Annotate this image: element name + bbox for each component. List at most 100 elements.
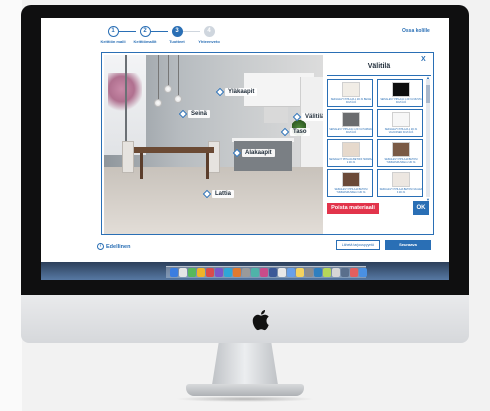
hotspot-worktop-edge[interactable]: Taso — [280, 127, 310, 137]
material-grid: Seinälevy Pihlaja 1 2D 31 Beige kiiltävä… — [327, 79, 425, 197]
panel-divider — [327, 75, 431, 76]
imac-stand-neck — [212, 343, 278, 385]
material-tile[interactable]: Seinälevy Pihlaja Betoni tummanruskea 2 … — [377, 139, 423, 167]
step-label: Keittiön malli — [100, 39, 126, 44]
hotspot-marker-icon — [280, 127, 290, 137]
hotspot-worktop[interactable]: Välitilä — [292, 112, 323, 122]
dock-app-icon[interactable] — [242, 268, 250, 277]
save-link[interactable]: Ossa kolille — [402, 28, 430, 34]
hotspot-marker-icon — [215, 87, 225, 97]
lamp-cord — [178, 55, 179, 95]
material-tile[interactable]: Seinälevy Pihlaja 1 2D 31 Beige kiiltävä — [327, 79, 373, 107]
material-swatch — [342, 172, 360, 187]
lamp-cord — [168, 55, 169, 85]
dock-app-icon[interactable] — [278, 268, 286, 277]
material-label: Seinälevy Pihlaja 1 2D 31 Harmaa kiiltäv… — [329, 128, 373, 134]
scrollbar-thumb[interactable] — [426, 85, 430, 103]
material-tile[interactable]: Seinälevy Pihlaja 1 2D 31 Valkoinen kiil… — [377, 109, 423, 137]
dock-app-icon[interactable] — [332, 268, 340, 277]
back-button[interactable]: ‹ Edellinen — [97, 243, 130, 250]
imac-stand-shadow — [175, 396, 315, 402]
dock-app-icon[interactable] — [224, 268, 232, 277]
dock-app-icon[interactable] — [179, 268, 187, 277]
next-button[interactable]: Seuraava — [385, 240, 431, 250]
scene-table — [134, 147, 214, 153]
imac-chin — [21, 295, 469, 343]
dock-app-icon[interactable] — [215, 268, 223, 277]
remove-material-button[interactable]: Poista materiaali — [327, 203, 379, 214]
dock-app-icon[interactable] — [296, 268, 304, 277]
dock-app-icon[interactable] — [359, 268, 367, 277]
close-icon[interactable]: X — [421, 56, 426, 63]
material-label: Seinälevy Pihlaja Betoni tummanruskea 2 … — [384, 158, 418, 164]
material-tile[interactable]: Seinälevy Pihlaja Betoni tummanruskea 3 … — [327, 169, 373, 197]
material-scrollbar[interactable] — [426, 79, 430, 197]
scene-table-leg — [206, 153, 209, 179]
hotspot-label: Lattia — [212, 190, 235, 198]
dock-app-icon[interactable] — [314, 268, 322, 277]
dock-app-icon[interactable] — [350, 268, 358, 277]
hotspot-marker-icon — [232, 148, 242, 158]
dock — [166, 266, 367, 278]
material-swatch — [342, 142, 360, 157]
scene-chair — [208, 141, 220, 173]
material-swatch — [392, 142, 410, 157]
apple-logo-icon — [252, 310, 269, 331]
imac-stand-base — [186, 384, 304, 396]
hotspot-label: Välitilä — [302, 113, 323, 121]
dock-app-icon[interactable] — [197, 268, 205, 277]
step-number: 3 — [171, 26, 183, 37]
hotspot-label: Seinä — [188, 110, 211, 118]
dock-app-icon[interactable] — [260, 268, 268, 277]
material-swatch — [342, 112, 360, 127]
material-tile[interactable]: Seinälevy Pihlaja 1 2D 31 Musta kiiltävä — [377, 79, 423, 107]
scene-hood — [264, 107, 288, 123]
dock-app-icon[interactable] — [206, 268, 214, 277]
step-4[interactable]: 4 Yhteenveto — [193, 26, 225, 44]
material-label: Seinälevy Pihlaja Betoni harmaa 2 2D 31 — [329, 158, 373, 164]
dock-app-icon[interactable] — [251, 268, 259, 277]
dock-app-icon[interactable] — [287, 268, 295, 277]
hotspot-label: Yläkaapit — [225, 88, 258, 96]
material-tile[interactable]: Seinälevy Pihlaja Betoni vaalea 3 2D 31 — [377, 169, 423, 197]
request-quote-button[interactable]: Lähetä tarjouspyyntö — [336, 240, 380, 250]
material-swatch — [342, 82, 360, 97]
lamp-cord — [158, 55, 159, 99]
step-label: Yhteenveto — [198, 39, 220, 44]
kitchen-photo: Yläkaapit Seinä Välitilä Taso Alakaapit — [104, 55, 323, 234]
hotspot-floor[interactable]: Lattia — [202, 189, 235, 199]
dock-app-icon[interactable] — [170, 268, 178, 277]
step-number: 2 — [139, 26, 151, 37]
page-left-strip — [0, 0, 22, 411]
material-label: Seinälevy Pihlaja 1 2D 31 Beige kiiltävä — [330, 98, 372, 104]
kitchen-visualizer: Yläkaapit Seinä Välitilä Taso Alakaapit — [101, 52, 434, 235]
screen: 1 Keittiön malli 2 Keittiömallit 3 Tuott… — [41, 18, 449, 280]
hotspot-marker-icon — [292, 112, 302, 122]
dock-app-icon[interactable] — [305, 268, 313, 277]
step-3[interactable]: 3 Tuotteet — [161, 26, 193, 44]
hotspot-upper-cabinets[interactable]: Yläkaapit — [215, 87, 258, 97]
step-2[interactable]: 2 Keittiömallit — [129, 26, 161, 44]
dock-app-icon[interactable] — [269, 268, 277, 277]
chevron-left-icon: ‹ — [97, 243, 104, 250]
hotspot-label: Alakaapit — [242, 149, 275, 157]
hotspot-wall[interactable]: Seinä — [178, 109, 211, 119]
panel-title: Välitilä — [367, 63, 391, 70]
dock-app-icon[interactable] — [323, 268, 331, 277]
dock-app-icon[interactable] — [233, 268, 241, 277]
material-label: Seinälevy Pihlaja Betoni tummanruskea 3 … — [334, 188, 368, 194]
material-label: Seinälevy Pihlaja 1 2D 31 Valkoinen kiil… — [384, 128, 418, 134]
scene-chair — [122, 141, 134, 173]
scene-window-frame — [125, 55, 127, 155]
dock-app-icon[interactable] — [341, 268, 349, 277]
material-tile[interactable]: Seinälevy Pihlaja Betoni harmaa 2 2D 31 — [327, 139, 373, 167]
pendant-lamp — [174, 95, 182, 103]
material-tile[interactable]: Seinälevy Pihlaja 1 2D 31 Harmaa kiiltäv… — [327, 109, 373, 137]
hotspot-lower-cabinets[interactable]: Alakaapit — [232, 148, 275, 158]
step-1[interactable]: 1 Keittiön malli — [97, 26, 129, 44]
pendant-lamp — [164, 85, 172, 93]
ok-button[interactable]: OK — [413, 201, 429, 215]
dock-app-icon[interactable] — [188, 268, 196, 277]
hotspot-marker-icon — [202, 189, 212, 199]
pendant-lamp — [154, 99, 162, 107]
